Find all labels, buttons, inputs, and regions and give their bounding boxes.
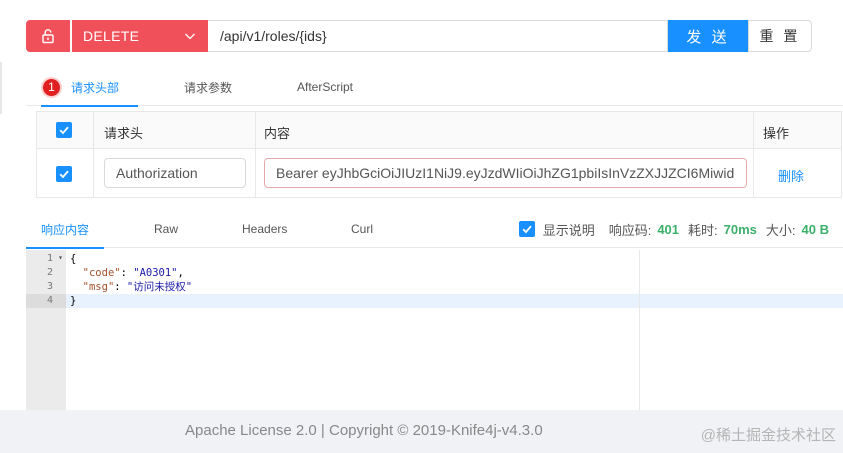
- left-divider: [0, 62, 2, 114]
- method-select[interactable]: DELETE: [72, 20, 208, 52]
- fold-arrow-icon[interactable]: ▾: [58, 253, 63, 262]
- tab-request-headers[interactable]: 1 请求头部: [41, 68, 138, 107]
- footer-license-text: Apache License 2.0 | Copyright © 2019-Kn…: [185, 422, 543, 439]
- tab-raw[interactable]: Raw: [154, 210, 178, 248]
- code-line: {: [70, 253, 77, 265]
- elapsed-time-value: 70ms: [723, 221, 757, 237]
- code-line: "msg": "访问未授权": [82, 281, 193, 293]
- response-bar: 响应内容 Raw Headers Curl 显示说明 响应码: 401 耗时: …: [26, 210, 843, 249]
- code-area[interactable]: { "code": "A0301", "msg": "访问未授权" }: [66, 250, 843, 410]
- tab-afterscript[interactable]: AfterScript: [297, 68, 353, 106]
- status-code-label: 响应码:: [608, 222, 652, 238]
- tab-response-content[interactable]: 响应内容: [26, 210, 104, 249]
- unlock-icon: [42, 29, 54, 44]
- tab-headers-label: Headers: [242, 222, 288, 236]
- line-number: 2: [46, 267, 53, 278]
- response-size-value: 40 B: [801, 221, 829, 237]
- reset-button[interactable]: 重 置: [748, 20, 812, 52]
- col-header-value: 内容: [264, 126, 291, 141]
- elapsed-time-label: 耗时:: [688, 222, 718, 238]
- code-line: }: [70, 295, 77, 307]
- print-margin: [639, 250, 640, 410]
- watermark: @稀土掘金技术社区: [700, 427, 836, 444]
- tab-raw-label: Raw: [154, 222, 179, 236]
- code-line: "code": "A0301",: [82, 267, 184, 279]
- request-tabs: 1 请求头部 请求参数 AfterScript: [26, 68, 843, 107]
- header-value-text: Bearer eyJhbGciOiJIUzI1NiJ9.eyJzdWIiOiJh…: [276, 165, 735, 181]
- line-number: 1 ▾: [46, 253, 63, 264]
- header-value-input[interactable]: Bearer eyJhbGciOiJIUzI1NiJ9.eyJzdWIiOiJh…: [264, 158, 747, 188]
- footer: Apache License 2.0 | Copyright © 2019-Kn…: [0, 410, 843, 453]
- send-button[interactable]: 发 送: [668, 20, 748, 52]
- show-description-checkbox[interactable]: [518, 221, 535, 237]
- col-header-name: 请求头: [104, 126, 144, 141]
- tab-curl-label: Curl: [351, 222, 374, 236]
- tab-request-params-label: 请求参数: [184, 80, 233, 95]
- row-checkbox[interactable]: [56, 166, 72, 182]
- check-icon: [59, 170, 69, 179]
- active-tab-indicator: [26, 247, 104, 249]
- response-editor[interactable]: 1 ▾ 2 3 4 { "code": "A0301", "msg": "访问未…: [26, 250, 843, 410]
- request-bar: DELETE /api/v1/roles/{ids} 发 送 重 置: [26, 20, 812, 52]
- header-name-input[interactable]: Authorization: [104, 158, 246, 188]
- url-value: /api/v1/roles/{ids}: [220, 28, 327, 44]
- method-value: DELETE: [83, 28, 140, 44]
- tab-headers[interactable]: Headers: [242, 210, 287, 248]
- tab-afterscript-label: AfterScript: [297, 80, 354, 94]
- chevron-down-icon: [185, 33, 195, 40]
- show-description-label: 显示说明: [542, 222, 595, 238]
- url-input[interactable]: /api/v1/roles/{ids}: [208, 20, 668, 52]
- editor-gutter: 1 ▾ 2 3 4: [26, 250, 66, 410]
- tab-request-params[interactable]: 请求参数: [184, 68, 232, 106]
- col-header-action: 操作: [763, 126, 790, 141]
- tab-response-content-label: 响应内容: [40, 222, 89, 237]
- response-size-label: 大小:: [765, 222, 796, 238]
- select-all-checkbox[interactable]: [56, 122, 72, 138]
- line-number: 3: [46, 281, 53, 292]
- unlock-button[interactable]: [26, 20, 70, 52]
- header-count-badge: 1: [41, 76, 62, 98]
- tab-curl[interactable]: Curl: [351, 210, 373, 248]
- check-icon: [522, 225, 532, 234]
- active-tab-indicator: [41, 105, 138, 107]
- tab-request-headers-label: 请求头部: [71, 80, 120, 95]
- response-meta: 显示说明 响应码: 401 耗时: 70ms 大小: 40 B: [518, 210, 829, 248]
- check-icon: [59, 126, 69, 135]
- status-code-value: 401: [657, 221, 680, 237]
- headers-table: 请求头 内容 操作 Authorization Bearer eyJhbGciO…: [36, 111, 842, 198]
- line-number-active: 4: [26, 294, 66, 308]
- active-line-highlight: [66, 294, 843, 308]
- header-name-value: Authorization: [116, 165, 198, 181]
- delete-row-link[interactable]: 删除: [778, 166, 804, 185]
